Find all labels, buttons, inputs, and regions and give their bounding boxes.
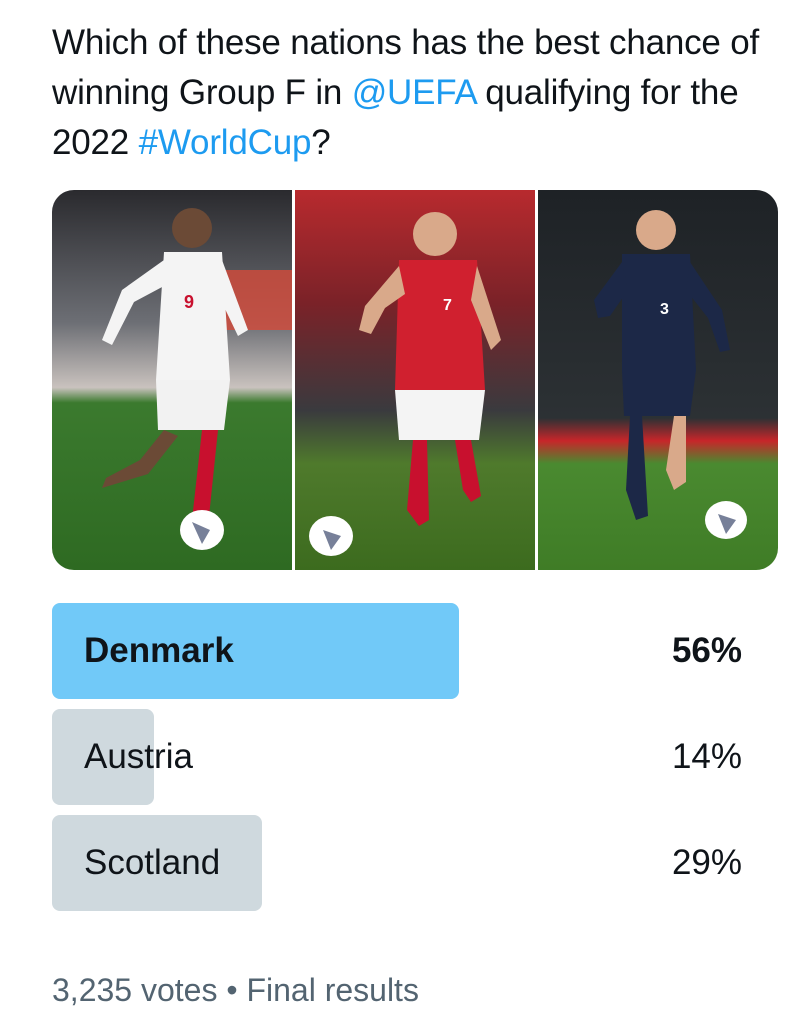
poll-option-percent: 29% <box>671 843 742 882</box>
shirt-number-austria: 7 <box>443 297 452 314</box>
shirt-number-denmark: 9 <box>184 292 194 312</box>
vote-count: 3,235 votes <box>52 972 218 1008</box>
tweet-text: Which of these nations has the best chan… <box>52 18 782 168</box>
uefa-mention-link[interactable]: @UEFA <box>352 73 476 112</box>
poll-option-denmark[interactable]: Denmark 56% <box>52 603 742 699</box>
poll-option-percent: 14% <box>671 737 742 776</box>
poll-option-label: Scotland <box>84 843 221 882</box>
poll-option-scotland[interactable]: Scotland 29% <box>52 815 742 911</box>
poll-option-percent: 56% <box>671 631 742 670</box>
poll-option-label: Denmark <box>84 631 234 670</box>
denmark-player-image[interactable]: 9 <box>52 190 292 570</box>
austria-player-image[interactable]: 7 <box>295 190 535 570</box>
tweet-media[interactable]: 9 7 3 <box>52 190 778 570</box>
worldcup-hashtag-link[interactable]: #WorldCup <box>139 123 312 162</box>
poll: Denmark 56% Austria 14% Scotland 29% <box>52 603 742 921</box>
shirt-number-scotland: 3 <box>660 301 669 318</box>
poll-status: Final results <box>246 972 419 1008</box>
tweet-text-part: ? <box>311 123 331 162</box>
scotland-player-image[interactable]: 3 <box>538 190 778 570</box>
poll-footer: 3,235 votes • Final results <box>52 966 419 1014</box>
footer-separator: • <box>226 972 238 1008</box>
poll-option-label: Austria <box>84 737 193 776</box>
poll-option-austria[interactable]: Austria 14% <box>52 709 742 805</box>
